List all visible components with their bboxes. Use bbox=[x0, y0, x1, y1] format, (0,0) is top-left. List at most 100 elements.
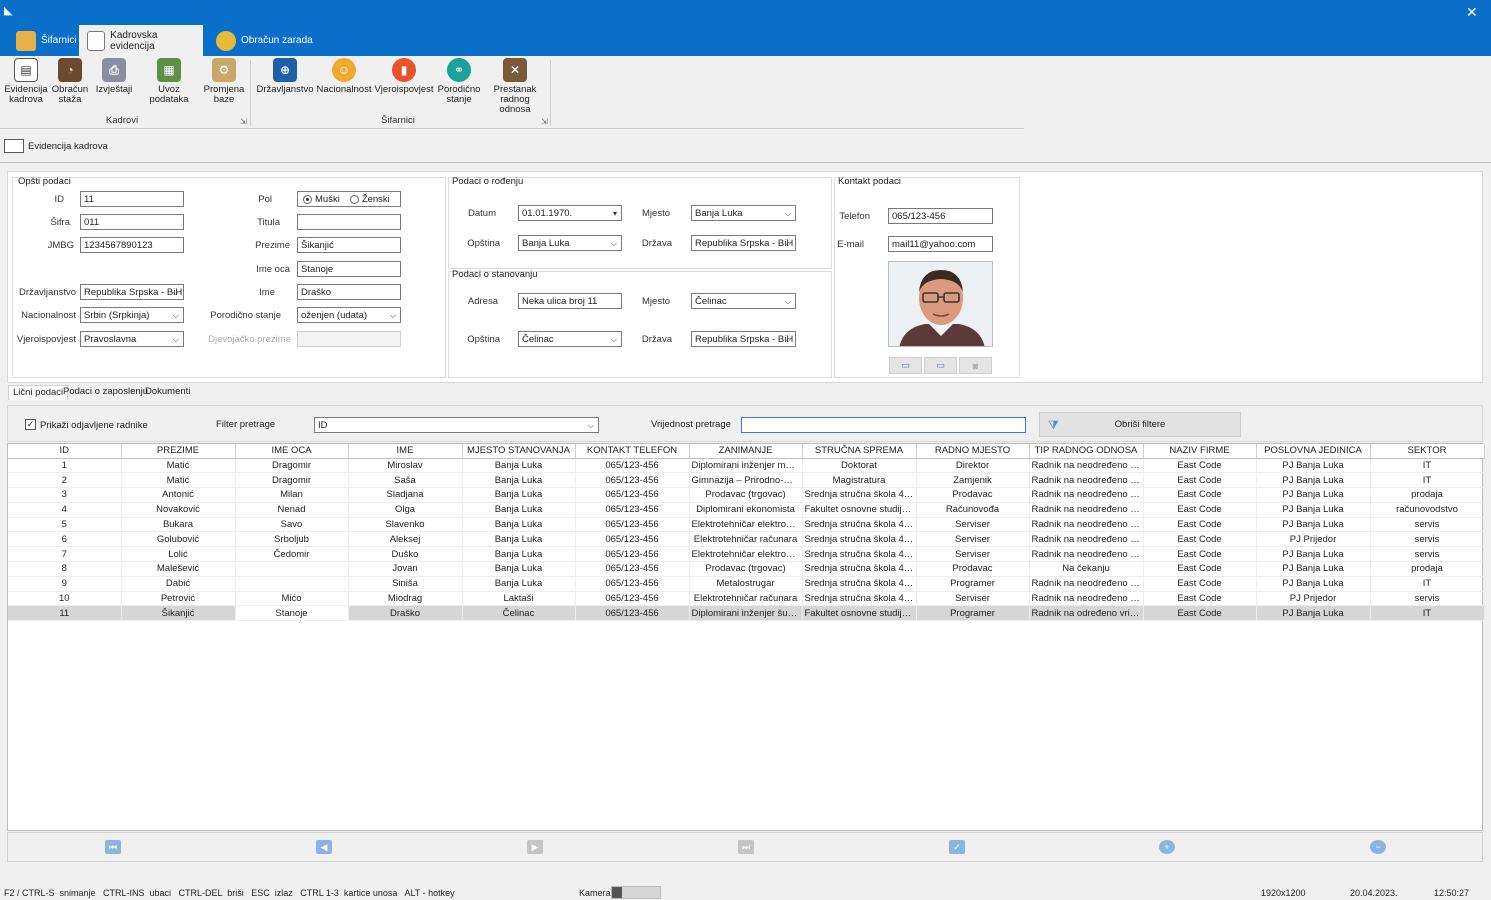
last-record-button[interactable]: ⏭ bbox=[738, 840, 754, 854]
load-photo-button[interactable]: ▭ bbox=[889, 357, 922, 374]
table-cell[interactable]: PJ Banja Luka bbox=[1256, 517, 1371, 533]
table-cell[interactable]: Gimnazija – Prirodno-mate... bbox=[689, 472, 803, 489]
table-cell[interactable]: East Code bbox=[1143, 561, 1257, 577]
table-cell[interactable]: PJ Banja Luka bbox=[1256, 472, 1371, 489]
table-cell[interactable]: Lolić bbox=[121, 546, 236, 563]
table-row[interactable]: 10 Petrović Mićo Miodrag Laktaši 065/123-456 E… bbox=[8, 591, 1485, 607]
table-cell[interactable]: Olga bbox=[348, 502, 463, 518]
table-row[interactable]: 1 Matić Dragomir Miroslav Banja Luka 065/123-… bbox=[8, 458, 1485, 474]
table-cell[interactable]: PJ Prijedor bbox=[1256, 531, 1371, 548]
table-cell[interactable]: PJ Banja Luka bbox=[1256, 605, 1371, 622]
table-cell[interactable]: IT bbox=[1370, 472, 1485, 489]
table-cell[interactable]: Srednja stručna škola 4 r... bbox=[802, 546, 917, 563]
table-cell[interactable]: Elektrotehničar računara bbox=[689, 591, 803, 607]
table-cell[interactable]: Banja Luka bbox=[462, 487, 576, 503]
table-cell[interactable]: Bukara bbox=[121, 517, 236, 533]
table-cell[interactable]: Radnik na neodređeno vrij... bbox=[1029, 517, 1144, 533]
table-row[interactable]: 2 Matić Dragomir Saša Banja Luka 065/123-456 G… bbox=[8, 472, 1485, 489]
table-cell[interactable]: Serviser bbox=[916, 546, 1030, 563]
column-header[interactable]: ZANIMANJE bbox=[689, 444, 803, 459]
table-cell[interactable]: East Code bbox=[1143, 605, 1257, 622]
table-cell[interactable]: 1 bbox=[8, 458, 122, 474]
previous-record-button[interactable]: ◀ bbox=[316, 840, 332, 854]
table-cell[interactable]: East Code bbox=[1143, 531, 1257, 548]
telefon-field[interactable]: 065/123-456 bbox=[888, 208, 993, 224]
table-cell[interactable]: Petrović bbox=[121, 591, 236, 607]
table-cell[interactable]: East Code bbox=[1143, 502, 1257, 518]
table-cell[interactable]: East Code bbox=[1143, 472, 1257, 489]
table-cell[interactable]: Diplomirani inženjer mašinstva bbox=[689, 458, 803, 474]
table-cell[interactable]: Prodavac bbox=[916, 487, 1030, 503]
table-cell[interactable]: Duško bbox=[348, 546, 463, 563]
table-cell[interactable]: Milan bbox=[235, 487, 349, 503]
table-cell[interactable] bbox=[235, 576, 349, 592]
table-cell[interactable]: prodaja bbox=[1370, 487, 1485, 503]
mjesto-stanovanja-select[interactable]: Čelinac ⌵ bbox=[691, 293, 796, 309]
table-cell[interactable]: 065/123-456 bbox=[575, 561, 690, 577]
table-cell[interactable]: Golubović bbox=[121, 531, 236, 548]
table-cell[interactable]: prodaja bbox=[1370, 561, 1485, 577]
table-cell[interactable]: Serviser bbox=[916, 517, 1030, 533]
uvoz-podataka-button[interactable]: ▦ Uvoz podataka bbox=[139, 58, 199, 105]
table-cell[interactable]: Radnik na neodređeno vrij... bbox=[1029, 531, 1144, 548]
table-cell[interactable]: Jovan bbox=[348, 561, 463, 577]
table-cell[interactable]: East Code bbox=[1143, 487, 1257, 503]
porodicno-stanje-button[interactable]: ⚭ Porodično stanje bbox=[438, 58, 480, 105]
table-cell[interactable]: Fakultet osnovne studije (... bbox=[802, 605, 917, 622]
confirm-record-button[interactable]: ✓ bbox=[949, 840, 965, 854]
table-cell[interactable]: 065/123-456 bbox=[575, 502, 690, 518]
email-field[interactable]: mail11@yahoo.com bbox=[888, 236, 993, 252]
drzava-rodjenja-select[interactable]: Republika Srpska - BiH ⌵ bbox=[691, 235, 796, 251]
table-cell[interactable]: 8 bbox=[8, 561, 122, 577]
table-cell[interactable]: Savo bbox=[235, 517, 349, 533]
table-row[interactable]: 8 Malešević Jovan Banja Luka 065/123-456 Prod… bbox=[8, 561, 1485, 577]
tab-kadrovska-evidencija[interactable]: Kadrovska evidencija bbox=[79, 25, 203, 56]
table-cell[interactable]: Srednja stručna škola 4 r... bbox=[802, 517, 917, 533]
table-cell[interactable]: Banja Luka bbox=[462, 502, 576, 518]
table-cell[interactable]: Dabić bbox=[121, 576, 236, 592]
table-cell[interactable]: Radnik na neodređeno vrij... bbox=[1029, 546, 1144, 563]
table-cell[interactable]: Metalostrugar bbox=[689, 576, 803, 592]
table-cell[interactable]: Serviser bbox=[916, 591, 1030, 607]
table-cell[interactable]: Slavenko bbox=[348, 517, 463, 533]
table-cell[interactable]: servis bbox=[1370, 546, 1485, 563]
table-cell[interactable]: 7 bbox=[8, 546, 122, 563]
table-cell[interactable]: Srednja stručna škola 4 r... bbox=[802, 487, 917, 503]
table-row[interactable]: 5 Bukara Savo Slavenko Banja Luka 065/123-456… bbox=[8, 517, 1485, 533]
table-row[interactable]: 3 Antonić Milan Sladjana Banja Luka 065/123-4… bbox=[8, 487, 1485, 503]
table-cell[interactable]: Radnik na neodređeno vrij... bbox=[1029, 472, 1144, 489]
column-header[interactable]: RADNO MJESTO bbox=[916, 444, 1030, 459]
prestanak-radnog-odnosa-button[interactable]: ✕ Prestanak radnog odnosa bbox=[485, 58, 545, 115]
table-cell[interactable]: Elektrotehničar elektronike bbox=[689, 517, 803, 533]
sifra-field[interactable]: 011 bbox=[80, 214, 184, 230]
column-header[interactable]: IME OCA bbox=[235, 444, 349, 459]
drzavljanstvo-select[interactable]: Republika Srpska - BiH ⌵ bbox=[80, 284, 184, 300]
table-cell[interactable]: Nenad bbox=[235, 502, 349, 518]
next-record-button[interactable]: ▶ bbox=[527, 840, 543, 854]
table-cell[interactable]: Banja Luka bbox=[462, 561, 576, 577]
table-cell[interactable]: Dragomir bbox=[235, 458, 349, 474]
table-cell[interactable]: Aleksej bbox=[348, 531, 463, 548]
table-cell[interactable]: servis bbox=[1370, 591, 1485, 607]
obracun-staza-button[interactable]: ◔ Obračun staža bbox=[51, 58, 89, 105]
table-cell[interactable]: Prodavac (trgovac) bbox=[689, 487, 803, 503]
table-cell[interactable]: Banja Luka bbox=[462, 517, 576, 533]
nacionalnost-button[interactable]: ☺ Nacionalnost bbox=[317, 58, 371, 95]
table-cell[interactable]: Matić bbox=[121, 472, 236, 489]
add-record-button[interactable]: + bbox=[1159, 840, 1175, 854]
ime-oca-field[interactable]: Stanoje bbox=[297, 261, 401, 277]
id-field[interactable]: 11 bbox=[80, 191, 184, 207]
table-cell[interactable]: East Code bbox=[1143, 591, 1257, 607]
table-cell[interactable]: PJ Banja Luka bbox=[1256, 546, 1371, 563]
table-cell[interactable]: Srednja stručna škola 4 r... bbox=[802, 531, 917, 548]
table-cell[interactable]: Radnik na neodređeno vrij... bbox=[1029, 487, 1144, 503]
table-cell[interactable]: Matić bbox=[121, 458, 236, 474]
table-cell[interactable]: Čelinac bbox=[462, 605, 576, 622]
table-cell[interactable]: Sladjana bbox=[348, 487, 463, 503]
table-cell[interactable]: 9 bbox=[8, 576, 122, 592]
table-cell[interactable]: East Code bbox=[1143, 517, 1257, 533]
table-cell[interactable]: servis bbox=[1370, 531, 1485, 548]
table-cell[interactable]: Saša bbox=[348, 472, 463, 489]
vrijednost-pretrage-input[interactable] bbox=[741, 417, 1026, 433]
porodicno-stanje-select[interactable]: oženjen (udata) ⌵ bbox=[297, 307, 401, 323]
